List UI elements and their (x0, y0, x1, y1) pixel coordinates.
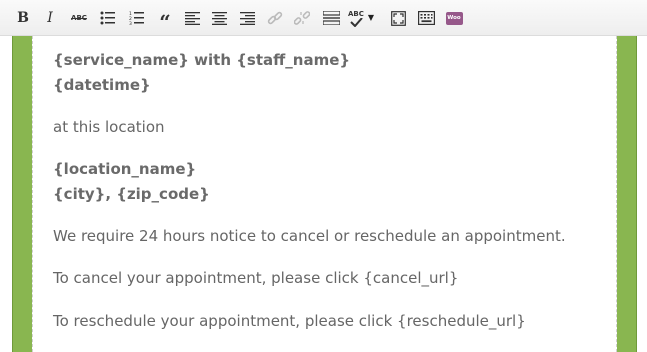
editor-line-cancel: To cancel your appointment, please click… (53, 269, 459, 287)
blockquote-icon: “ (159, 10, 171, 34)
svg-text:3: 3 (129, 21, 132, 25)
insert-link-button[interactable] (265, 8, 285, 28)
align-right-icon (239, 11, 255, 25)
unlink-icon (294, 11, 310, 25)
bold-button[interactable]: B (13, 8, 33, 28)
toolbar-toggle-button[interactable] (416, 8, 436, 28)
remove-link-button[interactable] (292, 8, 312, 28)
editor-frame-left (12, 36, 32, 352)
align-left-button[interactable] (182, 8, 202, 28)
align-center-icon (211, 11, 227, 25)
italic-icon: I (47, 10, 53, 26)
chevron-down-icon: ▼ (367, 13, 375, 22)
bullet-list-icon (100, 11, 115, 25)
align-center-button[interactable] (209, 8, 229, 28)
blockquote-button[interactable]: “ (155, 8, 175, 32)
editor-toolbar: B I ABC 1 2 3 “ ABC ▼ Woo (0, 0, 647, 36)
editor-line-notice: We require 24 hours notice to cancel or … (53, 227, 566, 245)
italic-button[interactable]: I (40, 8, 60, 28)
align-left-icon (184, 11, 200, 25)
editor-line-reschedule: To reschedule your appointment, please c… (53, 312, 526, 330)
bold-icon: B (17, 10, 29, 26)
editor-frame-right (617, 36, 637, 352)
spellcheck-button[interactable]: ABC ▼ (348, 8, 382, 28)
link-icon (267, 11, 283, 25)
editor-line-datetime: {datetime} (53, 76, 151, 94)
editor-line-location-intro: at this location (53, 118, 165, 136)
editor-line-location-name: {location_name} (53, 160, 197, 178)
editor-line-service: {service_name} with {staff_name} (53, 51, 351, 69)
strikethrough-button[interactable]: ABC (69, 8, 89, 28)
fullscreen-button[interactable] (388, 8, 408, 28)
bullet-list-button[interactable] (98, 8, 118, 28)
strikethrough-icon: ABC (71, 13, 87, 22)
keyboard-icon (417, 11, 435, 25)
read-more-icon (322, 11, 340, 25)
read-more-button[interactable] (321, 8, 341, 28)
align-right-button[interactable] (237, 8, 257, 28)
fullscreen-icon (390, 10, 406, 26)
numbered-list-button[interactable]: 1 2 3 (127, 8, 147, 28)
spellcheck-icon: ABC (348, 10, 364, 27)
editor-frame-edge (637, 36, 647, 352)
numbered-list-icon: 1 2 3 (129, 11, 144, 25)
editor-line-city-zip: {city}, {zip_code} (53, 185, 210, 203)
editor-content-area[interactable]: {service_name} with {staff_name} {dateti… (32, 36, 617, 352)
woo-icon: Woo (445, 11, 463, 25)
woocommerce-button[interactable]: Woo (444, 8, 464, 28)
